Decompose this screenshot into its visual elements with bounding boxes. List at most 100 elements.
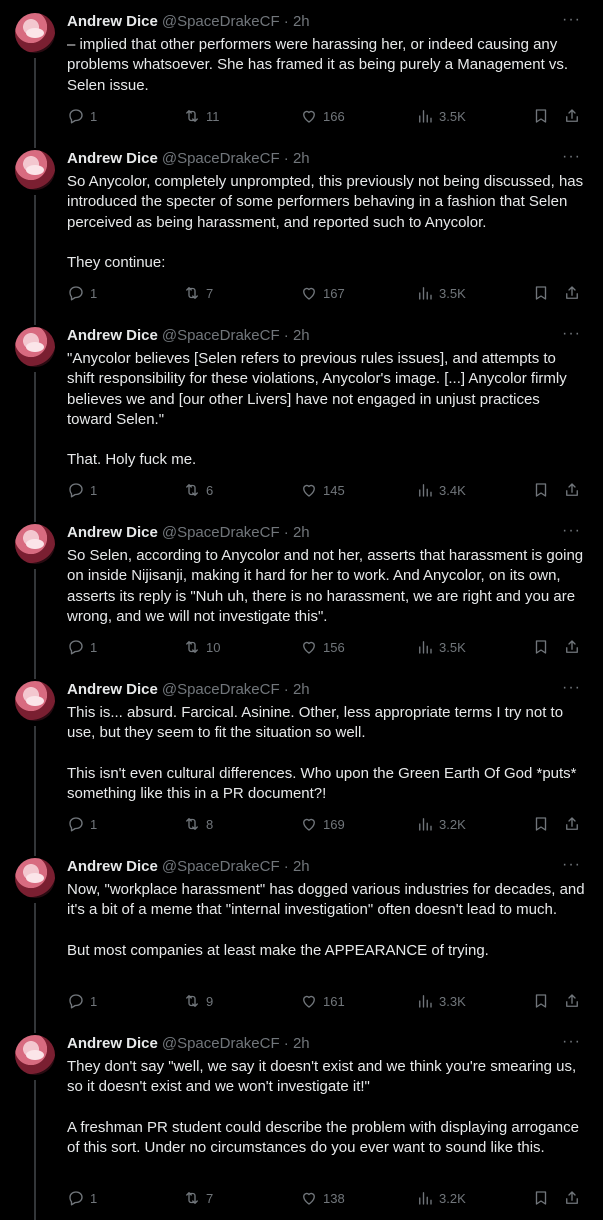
tweet-paragraph: Now, "workplace harassment" has dogged v… — [67, 881, 585, 919]
reply-button[interactable]: 1 — [67, 814, 97, 834]
views-icon — [416, 107, 434, 125]
reply-button[interactable]: 1 — [67, 480, 97, 500]
views-button[interactable]: 3.4K — [416, 480, 466, 500]
author-name[interactable]: Andrew Dice — [67, 681, 158, 698]
author-handle-time[interactable]: @SpaceDrakeCF · 2h — [162, 524, 310, 541]
author-handle-time[interactable]: @SpaceDrakeCF · 2h — [162, 150, 310, 167]
share-button[interactable] — [563, 991, 581, 1011]
reply-button[interactable]: 1 — [67, 1188, 97, 1208]
tweet-paragraph: That. Holy fuck me. — [67, 451, 197, 469]
bookmark-icon — [532, 992, 550, 1010]
tweet-paragraph: A freshman PR student could describe the… — [67, 1118, 579, 1156]
bookmark-button[interactable] — [532, 283, 550, 303]
share-icon — [563, 992, 581, 1010]
author-name[interactable]: Andrew Dice — [67, 327, 158, 344]
like-count: 169 — [323, 816, 345, 832]
avatar[interactable] — [15, 858, 55, 898]
tweet-header: Andrew Dice @SpaceDrakeCF · 2h — [67, 13, 583, 31]
tweet-actions: 1 10 156 3.5K — [67, 637, 587, 657]
author-name[interactable]: Andrew Dice — [67, 524, 158, 541]
views-button[interactable]: 3.5K — [416, 637, 466, 657]
avatar[interactable] — [15, 524, 55, 564]
more-icon[interactable]: ··· — [562, 325, 581, 343]
like-button[interactable]: 169 — [300, 814, 345, 834]
views-button[interactable]: 3.5K — [416, 106, 466, 126]
share-button[interactable] — [563, 480, 581, 500]
tweet-paragraph: – implied that other performers were har… — [67, 36, 569, 94]
share-button[interactable] — [563, 1188, 581, 1208]
like-button[interactable]: 166 — [300, 106, 345, 126]
like-icon — [300, 1189, 318, 1207]
bookmark-icon — [532, 638, 550, 656]
views-count: 3.3K — [439, 993, 466, 1009]
tweet-actions: 1 7 167 3.5K — [67, 283, 587, 303]
share-button[interactable] — [563, 814, 581, 834]
retweet-button[interactable]: 11 — [183, 106, 220, 126]
share-button[interactable] — [563, 637, 581, 657]
bookmark-icon — [532, 481, 550, 499]
avatar[interactable] — [15, 681, 55, 721]
retweet-button[interactable]: 9 — [183, 991, 213, 1011]
bookmark-button[interactable] — [532, 106, 550, 126]
author-name[interactable]: Andrew Dice — [67, 150, 158, 167]
share-button[interactable] — [563, 106, 581, 126]
more-icon[interactable]: ··· — [562, 11, 581, 29]
author-handle-time[interactable]: @SpaceDrakeCF · 2h — [162, 681, 310, 698]
more-icon[interactable]: ··· — [562, 1033, 581, 1051]
views-button[interactable]: 3.2K — [416, 1188, 466, 1208]
reply-button[interactable]: 1 — [67, 283, 97, 303]
tweet-paragraph: So Selen, according to Anycolor and not … — [67, 547, 584, 625]
bookmark-button[interactable] — [532, 637, 550, 657]
share-button[interactable] — [563, 283, 581, 303]
author-name[interactable]: Andrew Dice — [67, 858, 158, 875]
author-name[interactable]: Andrew Dice — [67, 13, 158, 30]
reply-button[interactable]: 1 — [67, 106, 97, 126]
reply-count: 1 — [90, 108, 98, 124]
reply-button[interactable]: 1 — [67, 991, 97, 1011]
avatar[interactable] — [15, 327, 55, 367]
views-button[interactable]: 3.2K — [416, 814, 466, 834]
author-handle-time[interactable]: @SpaceDrakeCF · 2h — [162, 858, 310, 875]
like-icon — [300, 992, 318, 1010]
views-button[interactable]: 3.3K — [416, 991, 466, 1011]
bookmark-icon — [532, 107, 550, 125]
tweet-paragraph: This isn't even cultural differences. Wh… — [67, 764, 577, 802]
bookmark-button[interactable] — [532, 1188, 550, 1208]
retweet-button[interactable]: 6 — [183, 480, 213, 500]
author-name[interactable]: Andrew Dice — [67, 1035, 158, 1052]
more-icon[interactable]: ··· — [562, 856, 581, 874]
tweet: Andrew Dice @SpaceDrakeCF · 2h ··· This is.… — [0, 679, 603, 838]
share-icon — [563, 815, 581, 833]
bookmark-button[interactable] — [532, 480, 550, 500]
avatar[interactable] — [15, 1035, 55, 1075]
more-icon[interactable]: ··· — [562, 522, 581, 540]
like-button[interactable]: 167 — [300, 283, 345, 303]
like-button[interactable]: 161 — [300, 991, 345, 1011]
retweet-button[interactable]: 7 — [183, 1188, 213, 1208]
bookmark-button[interactable] — [532, 814, 550, 834]
like-button[interactable]: 145 — [300, 480, 345, 500]
tweet: Andrew Dice @SpaceDrakeCF · 2h ··· So Selen… — [0, 522, 603, 661]
author-handle-time[interactable]: @SpaceDrakeCF · 2h — [162, 327, 310, 344]
author-handle-time[interactable]: @SpaceDrakeCF · 2h — [162, 1035, 310, 1052]
like-button[interactable]: 138 — [300, 1188, 345, 1208]
reply-icon — [67, 107, 85, 125]
like-count: 138 — [323, 1190, 345, 1206]
retweet-button[interactable]: 8 — [183, 814, 213, 834]
avatar[interactable] — [15, 13, 55, 53]
views-icon — [416, 284, 434, 302]
more-icon[interactable]: ··· — [562, 679, 581, 697]
reply-button[interactable]: 1 — [67, 637, 97, 657]
like-button[interactable]: 156 — [300, 637, 345, 657]
retweet-count: 7 — [206, 1190, 214, 1206]
reply-count: 1 — [90, 816, 98, 832]
bookmark-button[interactable] — [532, 991, 550, 1011]
views-button[interactable]: 3.5K — [416, 283, 466, 303]
avatar[interactable] — [15, 150, 55, 190]
author-handle-time[interactable]: @SpaceDrakeCF · 2h — [162, 13, 310, 30]
retweet-button[interactable]: 10 — [183, 637, 220, 657]
tweet: Andrew Dice @SpaceDrakeCF · 2h ··· They don… — [0, 1033, 603, 1212]
retweet-icon — [183, 481, 201, 499]
retweet-button[interactable]: 7 — [183, 283, 213, 303]
more-icon[interactable]: ··· — [562, 148, 581, 166]
